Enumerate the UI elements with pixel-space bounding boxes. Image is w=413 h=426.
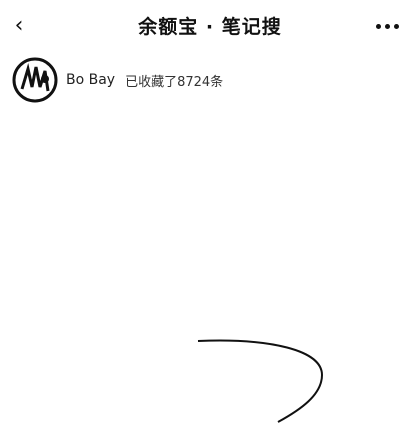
user-name: Bo Bay xyxy=(66,72,116,88)
navigation-bar: ‹ 余额宝 · 笔记搜 xyxy=(0,0,413,52)
chevron-left-icon: ‹ xyxy=(14,12,24,38)
avatar-icon[interactable] xyxy=(12,57,58,103)
ellipsis-icon xyxy=(375,23,381,29)
page-title: 余额宝 · 笔记搜 xyxy=(138,16,282,38)
more-options-button[interactable] xyxy=(367,14,407,38)
content-area xyxy=(0,110,413,426)
back-button[interactable]: ‹ xyxy=(4,10,34,40)
user-status: 已收藏了8724条 xyxy=(125,74,224,90)
curve-stroke-icon xyxy=(197,339,324,423)
user-info-row: Bo Bay 已收藏了8724条 xyxy=(12,54,402,106)
